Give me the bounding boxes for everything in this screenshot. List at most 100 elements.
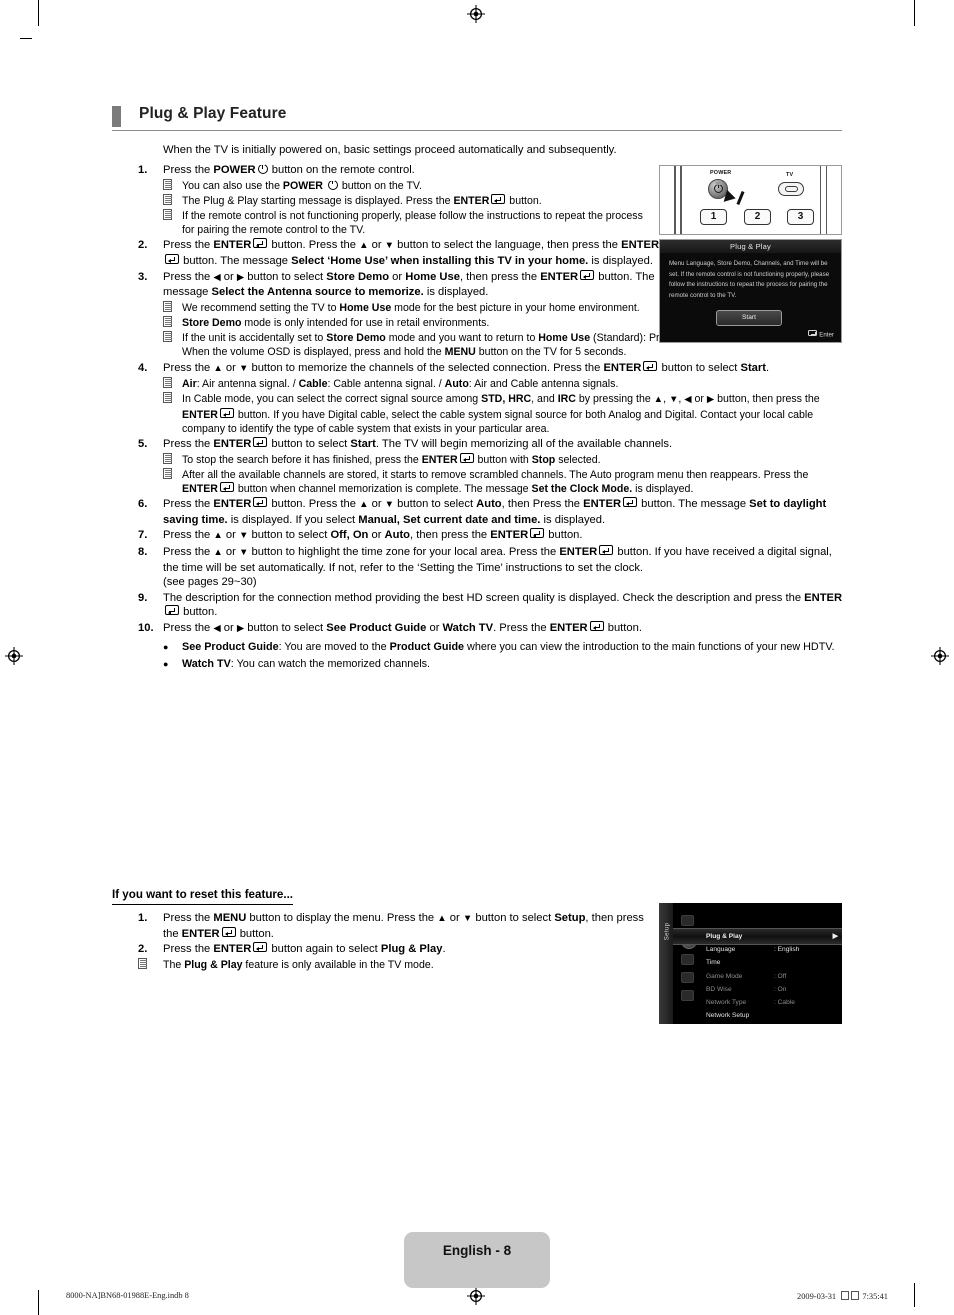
note-text: To stop the search before it has finishe…	[182, 452, 601, 466]
bullet-item: ● Watch TV: You can watch the memorized c…	[138, 657, 843, 672]
missing-glyph-box-2	[851, 1291, 860, 1300]
note-item: In Cable mode, you can select the correc…	[138, 392, 843, 436]
menu-row[interactable]: Plug & Play ▶	[706, 930, 842, 943]
menu-row-value: : Cable	[774, 998, 795, 1006]
crop-mark-top-left-h	[20, 38, 32, 40]
remote-button-1[interactable]: 1	[700, 209, 727, 225]
menu-row[interactable]: Time	[706, 956, 842, 969]
menu-icon-network	[681, 990, 694, 1001]
step-number: 1.	[138, 164, 148, 176]
menu-row-list: Plug & Play ▶ Language: English Time Game Mo…	[706, 930, 842, 1024]
remote-button-2[interactable]: 2	[744, 209, 771, 225]
step-number: 2.	[138, 239, 148, 252]
step-number: 5.	[138, 438, 148, 450]
step-text: The description for the connection metho…	[163, 591, 843, 619]
note-text: The Plug & Play starting message is disp…	[182, 193, 542, 207]
menu-row[interactable]: Network Setup	[706, 1009, 842, 1022]
note-pencil-icon	[163, 300, 182, 315]
reset-step-item: 1. Press the MENU button to display the m…	[138, 911, 658, 941]
remote-tv-button[interactable]	[778, 182, 804, 196]
osd-title: Plug & Play	[660, 240, 841, 253]
pointer-arrow-tail	[736, 190, 745, 206]
reset-step-number: 1.	[138, 912, 148, 924]
step-number: 10.	[138, 621, 154, 634]
note-pencil-icon	[163, 209, 182, 237]
page-number-badge: English - 8	[404, 1232, 550, 1288]
footer-date: 2009-03-31	[797, 1292, 837, 1301]
step-text: Press the ▲ or ▼ button to select Off, O…	[163, 528, 583, 542]
menu-icon-column	[681, 911, 703, 1008]
note-text: Air: Air antenna signal. / Cable: Cable …	[182, 378, 619, 391]
reset-step-text: Press the MENU button to display the men…	[163, 912, 644, 940]
remote-tv-label: TV	[786, 172, 794, 178]
step-text: Press the POWER button on the remote con…	[163, 162, 415, 176]
crop-mark-top-left-v	[38, 0, 40, 26]
remote-edge-left	[674, 166, 676, 234]
manual-page: Plug & Play Feature When the TV is initi…	[0, 0, 954, 1315]
step-number: 9.	[138, 591, 148, 604]
step-item: 7. Press the ▲ or ▼ button to select Off,…	[138, 528, 843, 544]
step-item: 9. The description for the connection met…	[138, 591, 843, 620]
menu-row[interactable]: Language: English	[706, 943, 842, 956]
registration-mark-left	[5, 647, 23, 665]
note-text: We recommend setting the TV to Home Use …	[182, 301, 640, 314]
remote-edge-left-2	[680, 166, 682, 234]
menu-row[interactable]: BD Wise: On	[706, 983, 842, 996]
step-number: 4.	[138, 361, 148, 374]
note-pencil-icon	[163, 331, 182, 359]
footer-time: 7:35:41	[862, 1292, 888, 1301]
step-text: Press the ENTER button. Press the ▲ or ▼…	[163, 238, 660, 267]
reset-step-number: 2.	[138, 943, 148, 956]
note-pencil-icon	[163, 467, 182, 496]
step-text: Press the ▲ or ▼ button to memorize the …	[163, 360, 770, 374]
step-number: 7.	[138, 529, 148, 542]
osd-message: Menu Language, Store Demo, Channels, and…	[669, 260, 830, 299]
registration-mark-bottom	[467, 1287, 485, 1305]
reset-step-item: 2. Press the ENTER button again to select…	[138, 942, 658, 957]
note-pencil-icon	[163, 193, 182, 208]
remote-control-figure: POWER TV 1 2 3	[659, 165, 842, 235]
chevron-right-icon: ▶	[832, 933, 838, 940]
reset-section-heading: If you want to reset this feature...	[112, 888, 294, 905]
crop-mark-top-right-v	[914, 0, 916, 26]
remote-button-3[interactable]: 3	[787, 209, 814, 225]
step-item: 5. Press the ENTER button to select Start…	[138, 437, 843, 452]
menu-row-label: Plug & Play	[706, 933, 743, 940]
footer-file-reference: 8000-NA]BN68-01988E-Eng.indb 8	[66, 1291, 189, 1300]
note-text: You can also use the POWER button on the…	[182, 178, 422, 192]
osd-start-button[interactable]: Start	[716, 310, 782, 326]
step-item: 10. Press the ◀ or ▶ button to select See…	[138, 620, 843, 637]
setup-menu-figure: Setup Plug & Play ▶ Language: English Time G…	[659, 903, 842, 1024]
step-text: Press the ▲ or ▼ button to highlight the…	[163, 544, 832, 589]
menu-row-value: : Off	[774, 972, 787, 980]
footer-timestamp: 2009-03-31 7:35:41	[797, 1291, 888, 1301]
step-item: 4. Press the ▲ or ▼ button to memorize th…	[138, 360, 843, 377]
header-divider	[112, 130, 842, 131]
bullet-text: Watch TV: You can watch the memorized ch…	[182, 658, 431, 671]
bullet-item: ● See Product Guide: You are moved to the…	[138, 640, 843, 655]
step-number: 3.	[138, 270, 148, 283]
step-number: 6.	[138, 498, 148, 511]
step-text: Press the ENTER button to select Start. …	[163, 437, 673, 450]
plug-and-play-osd-figure: Plug & Play Menu Language, Store Demo, C…	[659, 239, 842, 343]
note-item: To stop the search before it has finishe…	[138, 452, 843, 467]
crop-mark-bottom-left-v	[38, 1290, 40, 1315]
registration-mark-top	[467, 5, 485, 23]
note-pencil-icon	[163, 377, 182, 391]
note-pencil-icon	[163, 452, 182, 467]
remote-edge-right	[819, 166, 821, 234]
remote-power-label: POWER	[710, 170, 732, 176]
menu-icon-language	[681, 954, 694, 965]
step-number: 8.	[138, 545, 148, 558]
menu-rail: Setup	[659, 903, 673, 1024]
step-item: 8. Press the ▲ or ▼ button to highlight t…	[138, 544, 843, 590]
menu-row[interactable]: Network Type: Cable	[706, 996, 842, 1009]
menu-row[interactable]: Game Mode: Off	[706, 970, 842, 983]
power-icon	[714, 182, 723, 193]
reset-step-text: Press the ENTER button again to select P…	[163, 942, 446, 956]
missing-glyph-box-1	[841, 1291, 850, 1300]
menu-row[interactable]: V-Chip	[706, 1022, 842, 1024]
section-header: Plug & Play Feature	[112, 105, 842, 135]
osd-enter-label: Enter	[819, 331, 834, 338]
bullet-dot-icon: ●	[163, 641, 169, 652]
